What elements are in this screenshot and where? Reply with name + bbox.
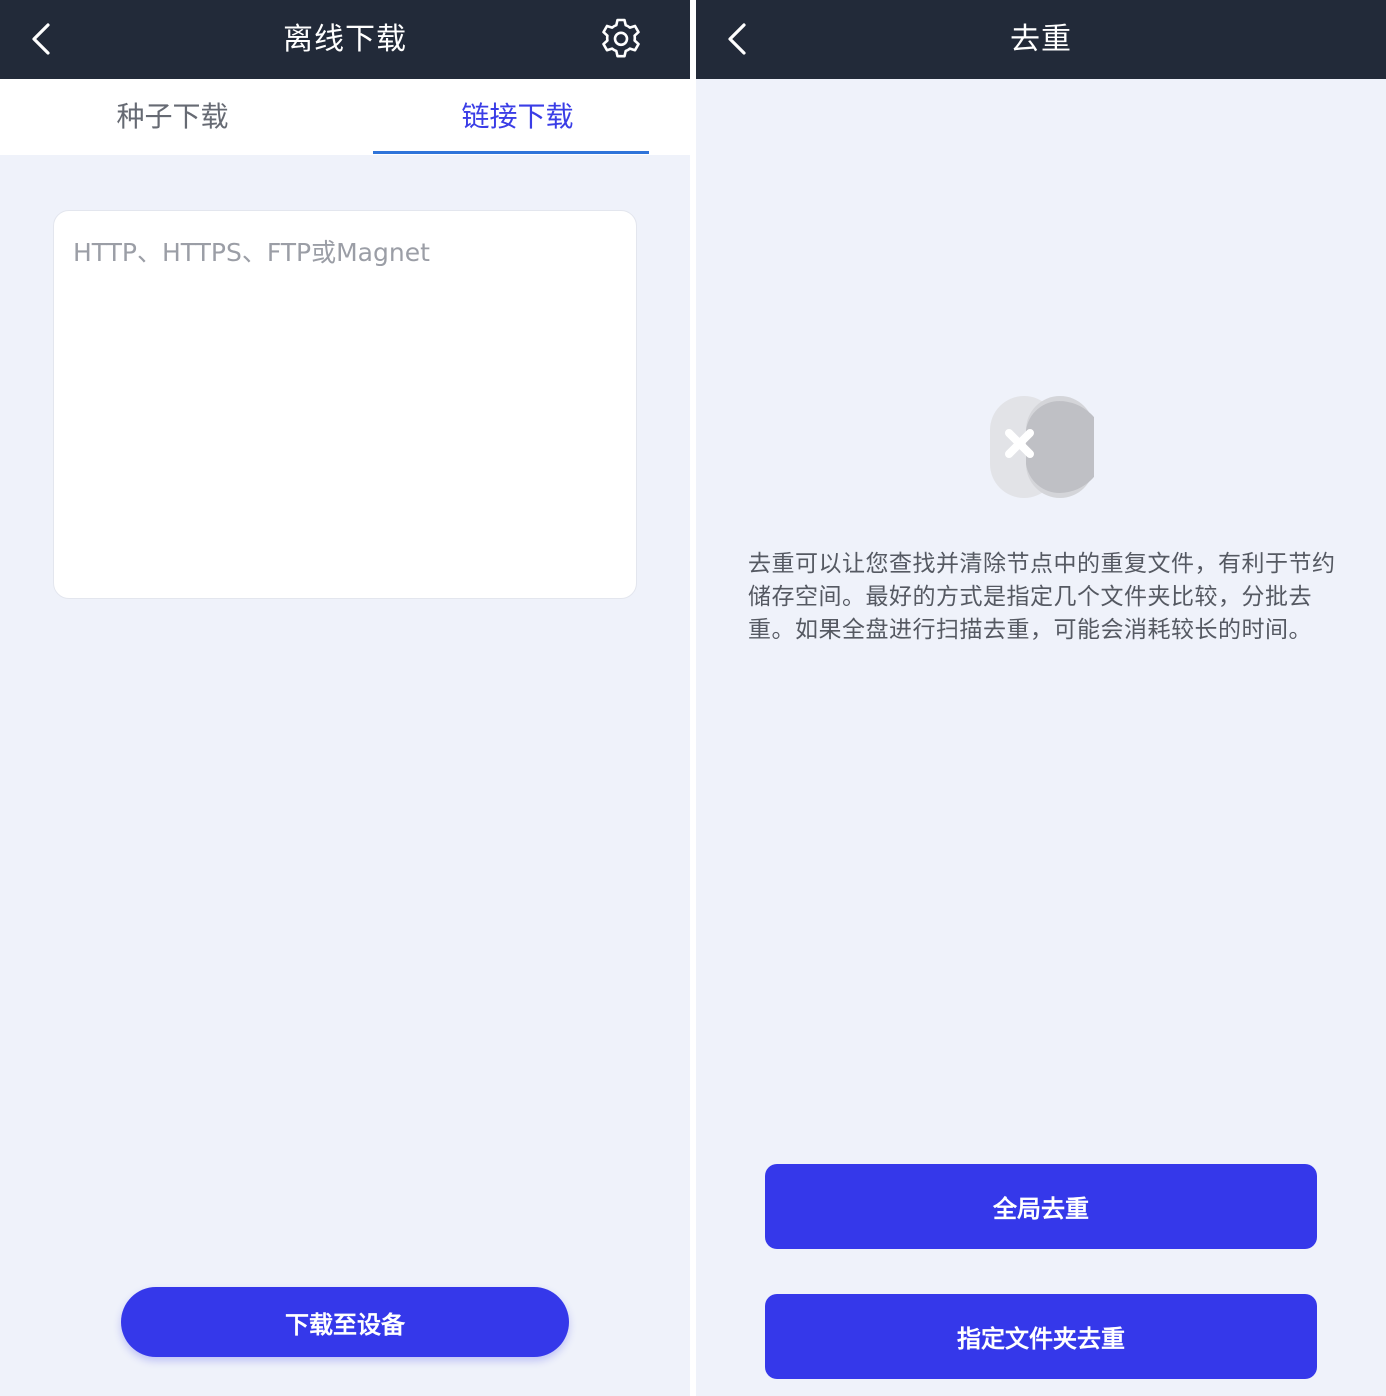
folder-dedupe-button[interactable]: 指定文件夹去重 [765,1294,1317,1379]
download-type-tabs: 种子下载 链接下载 [0,79,690,155]
gear-icon [602,18,640,58]
tab-link-download[interactable]: 链接下载 [345,79,690,155]
dedupe-screen: 去重 去重可以让您查找并清除节点中的重复文件，有利于节约储存空间。最好的方式是指… [696,0,1386,1396]
settings-button[interactable] [594,12,648,66]
page-title: 离线下载 [283,22,407,57]
global-dedupe-button[interactable]: 全局去重 [765,1164,1317,1249]
url-input[interactable] [53,210,637,599]
offline-download-screen: 离线下载 种子下载 链接下载 下载至设备 [0,0,690,1396]
page-title: 去重 [1010,22,1072,57]
duplicate-remove-icon [990,396,1105,500]
dedupe-description: 去重可以让您查找并清除节点中的重复文件，有利于节约储存空间。最好的方式是指定几个… [748,551,1336,643]
active-tab-indicator [373,151,649,154]
top-bar: 去重 [696,0,1386,79]
download-to-device-button[interactable]: 下载至设备 [121,1287,569,1357]
tab-torrent-download[interactable]: 种子下载 [0,79,345,155]
top-bar: 离线下载 [0,0,690,79]
